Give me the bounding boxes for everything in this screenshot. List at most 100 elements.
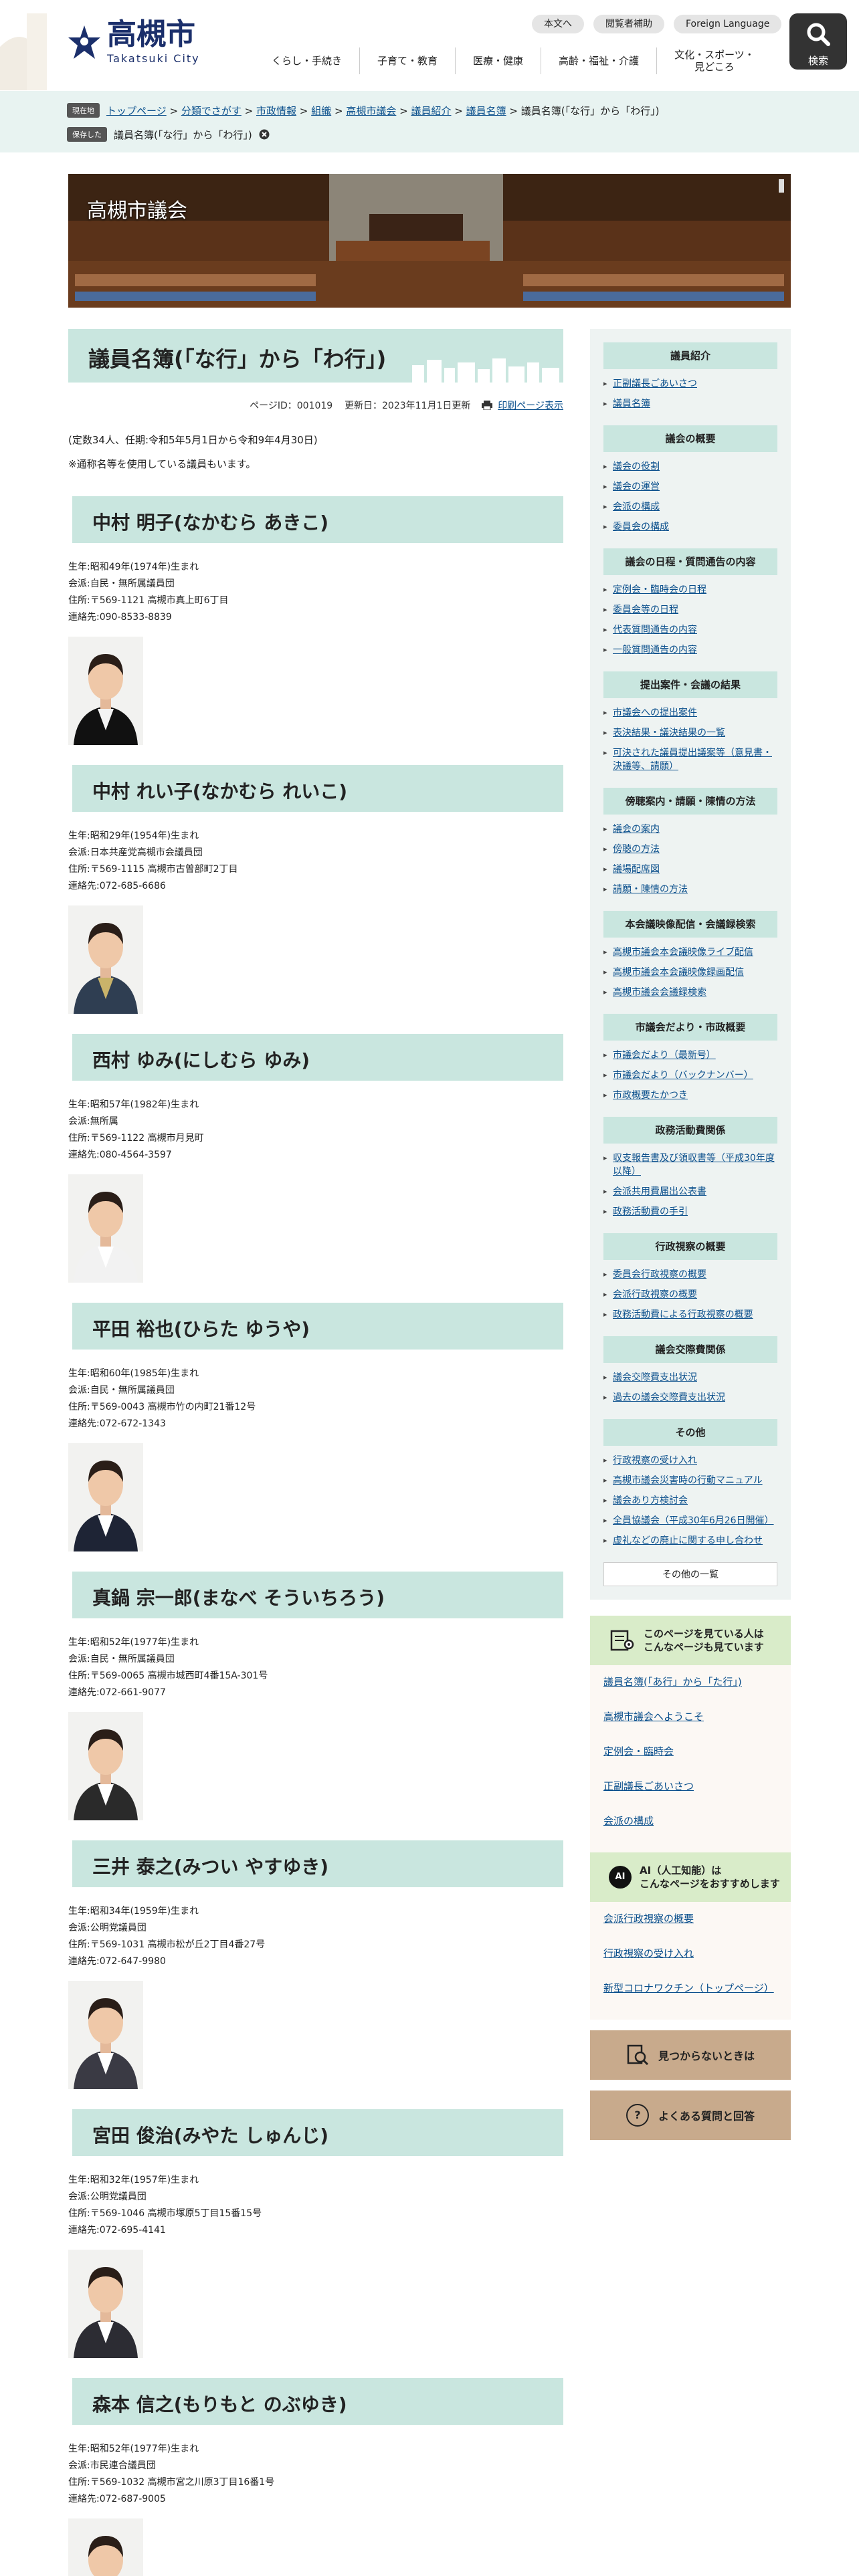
- sidebar-link[interactable]: 委員会等の日程: [613, 605, 678, 615]
- sidebar-item: 会派共用費届出公表書: [603, 1185, 777, 1198]
- nav-culture[interactable]: 文化・スポーツ・ 見どころ: [657, 47, 772, 74]
- recommend-ai-link[interactable]: 会派行政視察の概要: [603, 1911, 777, 1926]
- sidebar-link[interactable]: 議会あり方検討会: [613, 1495, 688, 1506]
- sidebar-link[interactable]: 市議会への提出案件: [613, 708, 697, 718]
- sidebar-item: 議会交際費支出状況: [603, 1371, 777, 1384]
- nav-welfare[interactable]: 高齢・福祉・介護: [541, 47, 658, 74]
- sidebar-link[interactable]: 市政概要たかつき: [613, 1090, 688, 1101]
- sidebar-link[interactable]: 議会交際費支出状況: [613, 1372, 697, 1383]
- accessibility-button[interactable]: 閲覧者補助: [593, 15, 664, 33]
- sidebar-link[interactable]: 全員協議会（平成30年6月26日開催）: [613, 1515, 774, 1526]
- sidebar-link[interactable]: 可決された議員提出議案等（意見書・決議等、請願）: [613, 748, 772, 772]
- sidebar-link[interactable]: 傍聴の方法: [613, 844, 660, 855]
- sidebar-link[interactable]: 高槻市議会本会議映像録画配信: [613, 967, 744, 978]
- sidebar-link[interactable]: 高槻市議会災害時の行動マニュアル: [613, 1475, 763, 1486]
- sidebar-link[interactable]: 正副議長ごあいさつ: [613, 379, 697, 389]
- sidebar-link[interactable]: 議員名簿: [613, 399, 650, 409]
- faq-button[interactable]: ? よくある質問と回答: [590, 2090, 791, 2140]
- member-birth: 生年:昭和34年(1959年)生まれ: [68, 1906, 199, 1917]
- sidebar-item: 高槻市議会会議録検索: [603, 986, 777, 999]
- sidebar-link[interactable]: 会派の構成: [613, 502, 660, 512]
- member-name: 宮田 俊治(みやた しゅんじ): [92, 2125, 329, 2147]
- nav-health[interactable]: 医療・健康: [456, 47, 542, 74]
- member-birth: 生年:昭和32年(1957年)生まれ: [68, 2175, 199, 2185]
- sidebar-link[interactable]: 議会の役割: [613, 461, 660, 472]
- utility-links: 本文へ 閲覧者補助 Foreign Language: [532, 15, 782, 33]
- member-party: 会派:自民・無所属議員団: [68, 578, 175, 589]
- sidebar-link-list: 定例会・臨時会の日程委員会等の日程代表質問通告の内容一般質問通告の内容: [603, 583, 777, 657]
- sidebar-link[interactable]: 会派行政視察の概要: [613, 1289, 697, 1300]
- recommend-viewed-header: このページを見ている人は こんなページも見ています: [590, 1616, 791, 1665]
- remove-icon[interactable]: [259, 129, 270, 140]
- main-content: 議員名簿(「な行」から「わ行」) ページID：001019 更新日：2023年1…: [68, 329, 563, 2576]
- sidebar-link[interactable]: 市議会だより（最新号）: [613, 1050, 716, 1061]
- not-found-button[interactable]: 見つからないときは: [590, 2030, 791, 2080]
- foreign-language-button[interactable]: Foreign Language: [674, 15, 782, 33]
- saved-page-label[interactable]: 議員名簿(「な行」から「わ行」): [114, 128, 252, 142]
- recommend-viewed-link[interactable]: 高槻市議会へようこそ: [603, 1709, 777, 1724]
- more-list-button[interactable]: その他の一覧: [603, 1562, 777, 1586]
- sidebar-link[interactable]: 高槻市議会会議録検索: [613, 987, 706, 998]
- member-address: 住所:〒569-1031 高槻市松が丘2丁目4番27号: [68, 1939, 266, 1950]
- crumb-separator: >: [334, 104, 343, 117]
- portrait-image: [68, 637, 143, 745]
- nav-living[interactable]: くらし・手続き: [254, 47, 361, 74]
- print-link[interactable]: 印刷ページ表示: [498, 401, 563, 411]
- sidebar-link[interactable]: 議会の運営: [613, 481, 660, 492]
- member-address: 住所:〒569-1115 高槻市古曽部町2丁目: [68, 864, 238, 875]
- crumb-category[interactable]: 分類でさがす: [181, 105, 242, 117]
- recommend-ai-link[interactable]: 行政視察の受け入れ: [603, 1946, 777, 1961]
- member-birth: 生年:昭和52年(1977年)生まれ: [68, 2444, 199, 2454]
- sidebar-link[interactable]: 一般質問通告の内容: [613, 645, 697, 655]
- crumb-members-intro[interactable]: 議員紹介: [411, 105, 451, 117]
- member-info: 生年:昭和52年(1977年)生まれ 会派:市民連合議員団 住所:〒569-1032…: [68, 2441, 563, 2508]
- people-viewing-icon: [610, 1630, 634, 1651]
- member-info: 生年:昭和34年(1959年)生まれ 会派:公明党議員団 住所:〒569-1031 …: [68, 1903, 563, 1970]
- recommend-viewed-link[interactable]: 会派の構成: [603, 1814, 777, 1828]
- member-list: 中村 明子(なかむら あきこ) 生年:昭和49年(1974年)生まれ 会派:自民・無…: [68, 496, 563, 2576]
- sidebar-link[interactable]: 政務活動費の手引: [613, 1206, 688, 1217]
- nav-childcare[interactable]: 子育て・教育: [360, 47, 456, 74]
- crumb-top[interactable]: トップページ: [106, 105, 167, 117]
- sidebar-item: 虚礼などの廃止に関する申し合わせ: [603, 1534, 777, 1547]
- sidebar-link[interactable]: 政務活動費による行政視察の概要: [613, 1309, 753, 1320]
- member-name: 中村 明子(なかむら あきこ): [92, 512, 329, 534]
- site-logo[interactable]: 高槻市 Takatsuki City: [67, 20, 200, 65]
- sidebar-link[interactable]: 議場配席図: [613, 864, 660, 875]
- sidebar-link[interactable]: 会派共用費届出公表書: [613, 1186, 706, 1197]
- member-name-heading: 森本 信之(もりもと のぶゆき): [68, 2378, 563, 2425]
- sidebar-link-list: 正副議長ごあいさつ議員名簿: [603, 377, 777, 411]
- recommend-ai-link[interactable]: 新型コロナワクチン（トップページ）: [603, 1981, 777, 1996]
- sidebar-link[interactable]: 定例会・臨時会の日程: [613, 584, 706, 595]
- recommend-viewed-link[interactable]: 正副議長ごあいさつ: [603, 1779, 777, 1794]
- city-emblem-icon: [68, 25, 100, 59]
- sidebar-item: 代表質問通告の内容: [603, 623, 777, 637]
- crumb-organization[interactable]: 組織: [311, 105, 331, 117]
- recommend-viewed-link[interactable]: 定例会・臨時会: [603, 1744, 777, 1759]
- crumb-council[interactable]: 高槻市議会: [346, 105, 396, 117]
- magnifier-document-icon: [627, 2044, 649, 2066]
- sidebar-link[interactable]: 行政視察の受け入れ: [613, 1455, 697, 1466]
- sidebar-link[interactable]: 委員会行政視察の概要: [613, 1269, 706, 1280]
- crumb-city-info[interactable]: 市政情報: [256, 105, 296, 117]
- crumb-member-list[interactable]: 議員名簿: [466, 105, 506, 117]
- sidebar-link[interactable]: 表決結果・議決結果の一覧: [613, 728, 725, 738]
- member-photo: [68, 1174, 143, 1283]
- search-button[interactable]: 検索: [789, 13, 847, 70]
- member-name-heading: 西村 ゆみ(にしむら ゆみ): [68, 1034, 563, 1081]
- sidebar-link[interactable]: 虚礼などの廃止に関する申し合わせ: [613, 1535, 763, 1546]
- sidebar-link[interactable]: 委員会の構成: [613, 522, 669, 532]
- breadcrumb-bar: 現在地 トップページ > 分類でさがす > 市政情報 > 組織 > 高槻市議会 …: [0, 91, 859, 152]
- sidebar-link[interactable]: 収支報告書及び領収書等（平成30年度以降）: [613, 1153, 775, 1177]
- sidebar-link[interactable]: 市議会だより（バックナンバー）: [613, 1070, 753, 1081]
- member-entry: 西村 ゆみ(にしむら ゆみ) 生年:昭和57年(1982年)生まれ 会派:無所属 住所…: [68, 1034, 563, 1283]
- page-title: 議員名簿(「な行」から「わ行」): [88, 346, 387, 372]
- sidebar-link[interactable]: 高槻市議会本会議映像ライブ配信: [613, 947, 753, 958]
- sidebar-link[interactable]: 請願・陳情の方法: [613, 884, 688, 895]
- skip-to-content-button[interactable]: 本文へ: [532, 15, 584, 33]
- recommend-viewed-link[interactable]: 議員名簿(「あ行」から「た行」): [603, 1675, 777, 1689]
- sidebar-link[interactable]: 議会の案内: [613, 824, 660, 835]
- sidebar-link[interactable]: 過去の議会交際費支出状況: [613, 1392, 725, 1403]
- sidebar-heading: その他: [603, 1419, 777, 1446]
- sidebar-link[interactable]: 代表質問通告の内容: [613, 625, 697, 635]
